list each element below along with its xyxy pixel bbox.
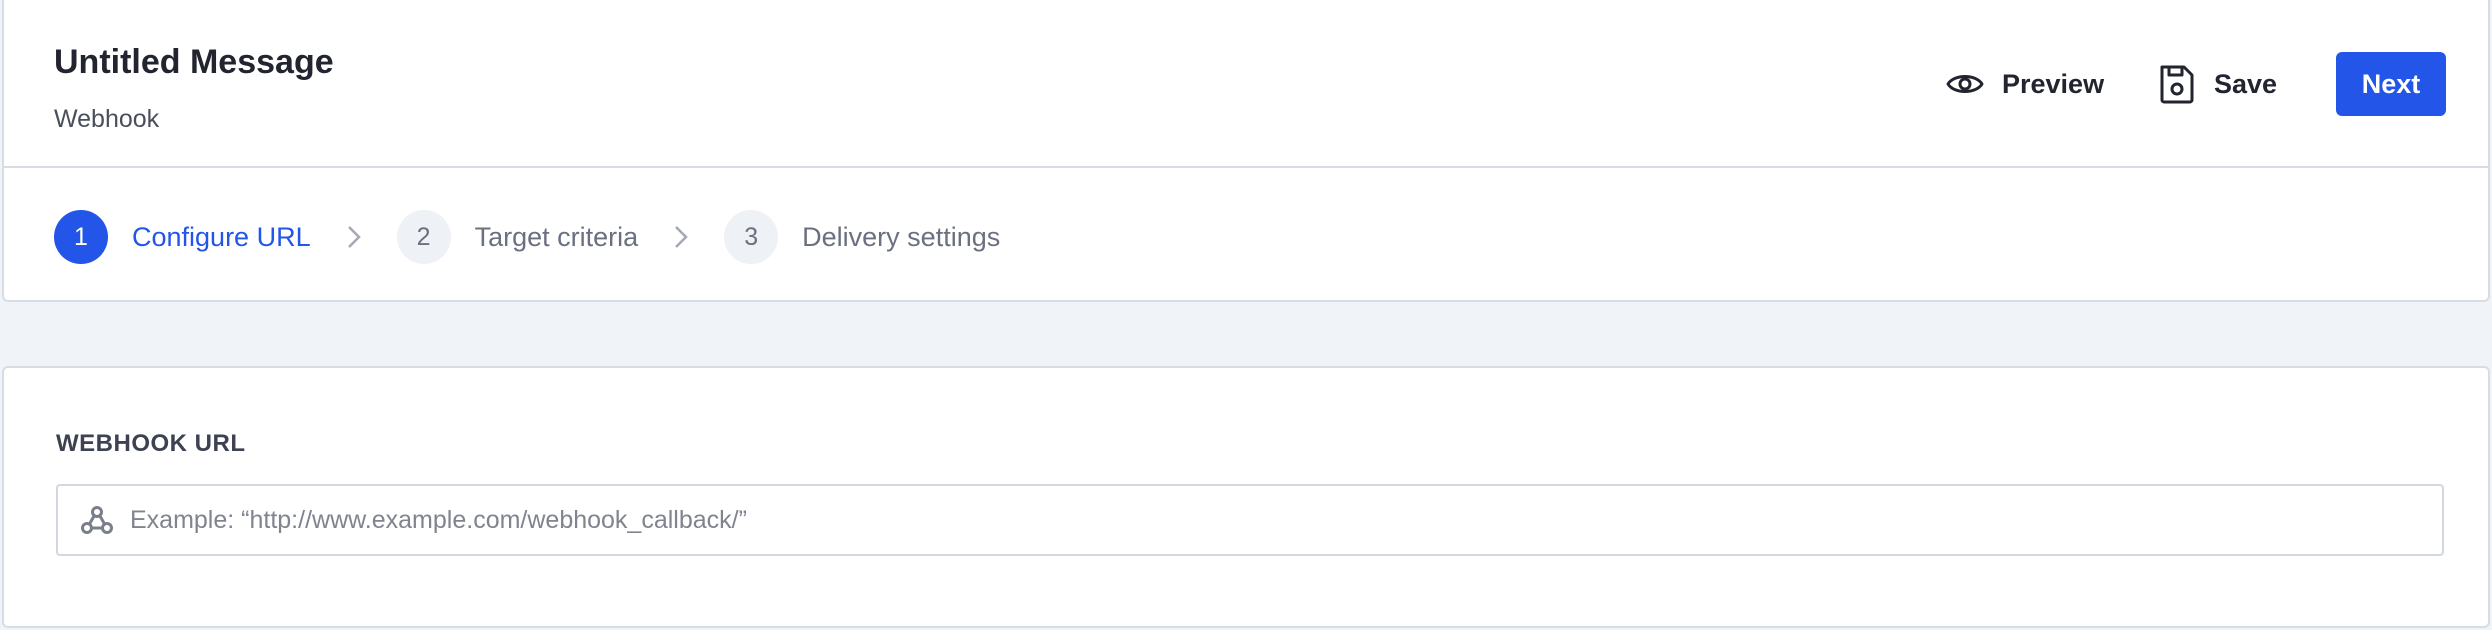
save-icon [2160, 65, 2194, 104]
step-target-criteria[interactable]: 2 Target criteria [396, 210, 639, 264]
eye-icon [1946, 75, 1984, 93]
step-configure-url[interactable]: 1 Configure URL [54, 210, 311, 264]
page-title: Untitled Message [54, 43, 334, 81]
chevron-right-icon [674, 225, 688, 249]
step-delivery-settings[interactable]: 3 Delivery settings [724, 210, 1000, 264]
preview-button[interactable]: Preview [1946, 62, 2104, 106]
step-number: 1 [54, 210, 108, 264]
step-number: 2 [396, 210, 451, 264]
webhook-url-label: WEBHOOK URL [56, 430, 246, 457]
webhook-url-input[interactable] [128, 489, 2442, 551]
step-label: Target criteria [474, 221, 639, 252]
webhook-url-field[interactable] [56, 484, 2444, 556]
message-header: Untitled Message Webhook Preview Save Ne… [2, 0, 2490, 302]
step-label: Delivery settings [802, 221, 1001, 252]
save-button-label: Save [2214, 68, 2278, 99]
preview-button-label: Preview [2002, 68, 2105, 99]
header-divider [4, 166, 2488, 168]
step-indicator: 1 Configure URL 2 Target criteria 3 Deli… [54, 210, 1000, 264]
step-number: 3 [724, 210, 779, 264]
next-button[interactable]: Next [2336, 52, 2446, 116]
save-button[interactable]: Save [2158, 62, 2277, 106]
webhook-url-section: WEBHOOK URL [2, 366, 2490, 628]
message-type: Webhook [54, 105, 160, 133]
chevron-right-icon [347, 225, 361, 249]
step-label: Configure URL [132, 221, 311, 252]
webhook-icon [80, 504, 114, 536]
